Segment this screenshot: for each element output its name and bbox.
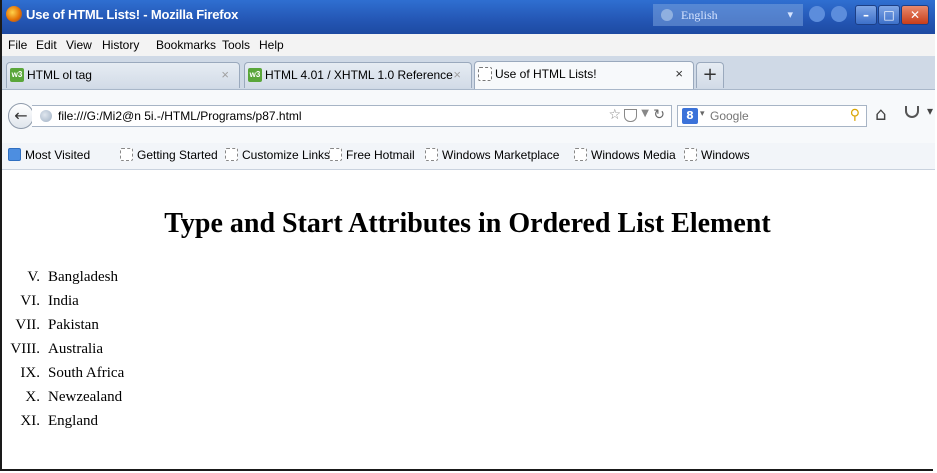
list-marker: VII.	[15, 317, 40, 333]
maximize-button[interactable]: □	[878, 5, 900, 25]
menu-bookmarks[interactable]: Bookmarks	[156, 38, 216, 52]
title-bar-controls: English ▾ – □ ✕	[645, 2, 935, 28]
page-heading: Type and Start Attributes in Ordered Lis…	[164, 208, 771, 239]
new-tab-button[interactable]: +	[696, 62, 724, 88]
w3schools-favicon-icon: w3	[248, 68, 262, 82]
page-icon	[425, 148, 438, 161]
page-content: Type and Start Attributes in Ordered Lis…	[2, 170, 933, 469]
firefox-icon	[6, 6, 22, 22]
bookmark-customize-links[interactable]: Customize Links	[225, 148, 330, 162]
list-marker: V.	[27, 269, 40, 285]
tab-html-ol-tag[interactable]: w3 HTML ol tag ×	[6, 62, 240, 88]
close-tab-icon[interactable]: ×	[221, 63, 229, 87]
menu-file[interactable]: File	[8, 38, 27, 52]
menu-edit[interactable]: Edit	[36, 38, 57, 52]
list-text: Pakistan	[48, 317, 99, 333]
close-tab-icon[interactable]: ×	[675, 62, 683, 86]
page-icon	[574, 148, 587, 161]
navigation-bar: ← ☆ ▼ ↻ 8 ▾ ⚲ ⌂ ▾	[2, 90, 935, 144]
tab-label: HTML 4.01 / XHTML 1.0 Reference	[265, 68, 453, 82]
menu-history[interactable]: History	[102, 38, 139, 52]
bookmark-windows-media[interactable]: Windows Media	[574, 148, 676, 162]
bookmark-most-visited[interactable]: Most Visited	[8, 148, 90, 162]
toolbar-icon[interactable]	[831, 6, 847, 22]
chevron-down-icon: ▾	[787, 9, 793, 21]
url-history-dropdown-icon[interactable]: ▼	[641, 108, 649, 119]
site-identity-icon[interactable]	[40, 110, 52, 122]
tab-bar: w3 HTML ol tag × w3 HTML 4.01 / XHTML 1.…	[2, 56, 935, 90]
reload-icon[interactable]: ↻	[653, 107, 665, 123]
list-marker: IX.	[20, 365, 40, 381]
folder-icon	[8, 148, 21, 161]
tab-html-reference[interactable]: w3 HTML 4.01 / XHTML 1.0 Reference ×	[244, 62, 472, 88]
list-marker: X.	[25, 389, 40, 405]
menu-bar: File Edit View History Bookmarks Tools H…	[2, 34, 935, 57]
list-text: Australia	[48, 341, 103, 357]
list-text: South Africa	[48, 365, 125, 381]
bookmark-windows-marketplace[interactable]: Windows Marketplace	[425, 148, 559, 162]
close-tab-icon[interactable]: ×	[453, 63, 461, 87]
list-text: Bangladesh	[48, 269, 118, 285]
language-label: English	[681, 8, 718, 22]
minimize-button[interactable]: –	[855, 5, 877, 25]
overflow-icon[interactable]: ▾	[927, 104, 933, 118]
tab-label: HTML ol tag	[27, 68, 92, 82]
tab-use-of-html-lists[interactable]: Use of HTML Lists! ×	[474, 61, 694, 89]
chevron-down-icon[interactable]: ▾	[700, 109, 705, 119]
list-marker: XI.	[20, 413, 40, 429]
list-text: India	[48, 293, 79, 309]
title-bar[interactable]: Use of HTML Lists! - Mozilla Firefox Eng…	[2, 0, 935, 34]
search-input[interactable]	[710, 107, 830, 125]
search-bar[interactable]: 8 ▾ ⚲	[677, 105, 867, 127]
pocket-icon[interactable]	[624, 109, 637, 122]
bookmark-star-icon[interactable]: ☆	[608, 107, 621, 123]
tab-label: Use of HTML Lists!	[495, 67, 597, 81]
browser-window: Use of HTML Lists! - Mozilla Firefox Eng…	[0, 0, 935, 471]
close-button[interactable]: ✕	[901, 5, 929, 25]
menu-view[interactable]: View	[66, 38, 92, 52]
page-icon	[120, 148, 133, 161]
bookmarks-toolbar: Most Visited Getting Started Customize L…	[2, 143, 935, 170]
menu-help[interactable]: Help	[259, 38, 284, 52]
bookmark-windows[interactable]: Windows	[684, 148, 750, 162]
page-icon	[684, 148, 697, 161]
page-icon	[329, 148, 342, 161]
bookmark-getting-started[interactable]: Getting Started	[120, 148, 218, 162]
back-button[interactable]: ←	[8, 103, 34, 129]
url-input[interactable]	[58, 107, 578, 125]
page-icon	[225, 148, 238, 161]
w3schools-favicon-icon: w3	[10, 68, 24, 82]
google-icon[interactable]: 8	[682, 108, 698, 124]
toolbar-icon[interactable]	[809, 6, 825, 22]
language-icon	[661, 9, 673, 21]
list-text: Newzealand	[48, 389, 123, 405]
language-bar[interactable]: English ▾	[653, 4, 803, 26]
home-icon[interactable]: ⌂	[875, 104, 886, 125]
pocket-button-icon[interactable]	[905, 106, 919, 118]
list-text: England	[48, 413, 98, 429]
list-marker: VIII.	[10, 341, 40, 357]
window-title: Use of HTML Lists! - Mozilla Firefox	[26, 7, 239, 22]
menu-tools[interactable]: Tools	[222, 38, 250, 52]
blank-page-icon	[478, 67, 492, 81]
url-bar[interactable]: ☆ ▼ ↻	[32, 105, 672, 127]
search-icon[interactable]: ⚲	[850, 107, 860, 123]
bookmark-free-hotmail[interactable]: Free Hotmail	[329, 148, 415, 162]
list-marker: VI.	[20, 293, 40, 309]
